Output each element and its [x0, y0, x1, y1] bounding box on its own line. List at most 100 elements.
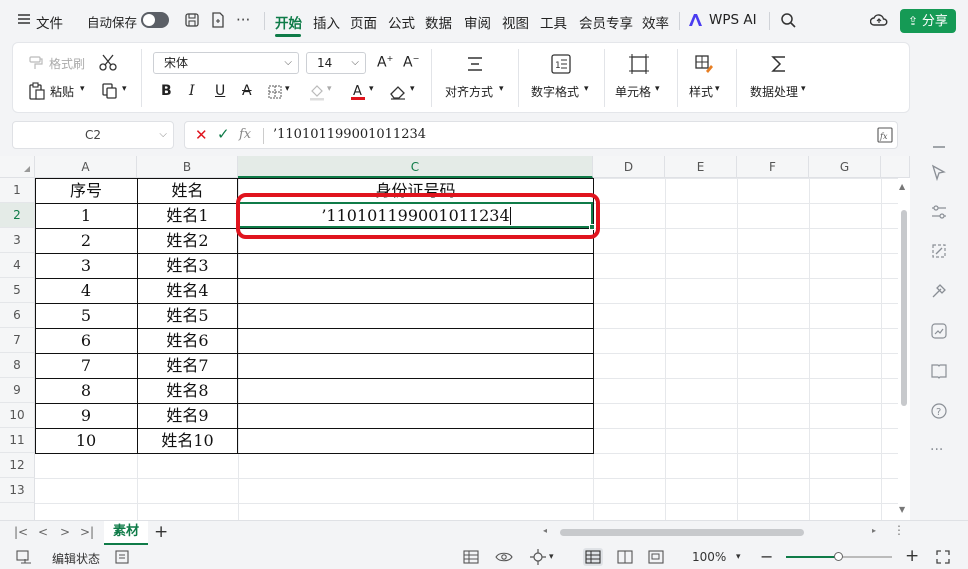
eraser-icon[interactable] — [389, 84, 407, 100]
tab-options-icon[interactable]: ⋮ — [893, 523, 905, 537]
chevron-down-icon[interactable]: ▾ — [327, 84, 332, 94]
chevron-down-icon[interactable]: ▾ — [410, 84, 415, 94]
cell-a10[interactable]: 9 — [35, 403, 137, 428]
row-header[interactable]: 5 — [0, 278, 35, 303]
font-family-select[interactable]: 宋体 ⌵ — [153, 52, 299, 74]
help-icon[interactable]: ? — [930, 402, 948, 420]
cut-icon[interactable] — [99, 54, 117, 72]
cell-b4[interactable]: 姓名3 — [137, 253, 238, 278]
cell-a1[interactable]: 序号 — [35, 178, 137, 203]
tab-home[interactable]: 开始 — [275, 12, 302, 32]
tab-data[interactable]: 数据 — [425, 12, 452, 32]
column-header-c[interactable]: C — [238, 156, 593, 178]
table-view-icon[interactable] — [463, 550, 479, 564]
font-color-icon[interactable]: A — [350, 82, 366, 101]
cell-b3[interactable]: 姓名2 — [137, 228, 238, 253]
cell-a8[interactable]: 7 — [35, 353, 137, 378]
macro-icon[interactable] — [16, 550, 32, 564]
row-header[interactable]: 7 — [0, 328, 35, 353]
strikethrough-icon[interactable]: A — [242, 83, 252, 99]
fx-icon[interactable]: fx — [239, 127, 251, 142]
chart-analysis-icon[interactable] — [930, 322, 948, 340]
column-header-e[interactable]: E — [665, 156, 737, 178]
font-size-select[interactable]: 14 ⌵ — [306, 52, 366, 74]
scroll-left-icon[interactable]: ◂ — [543, 526, 547, 535]
column-header-a[interactable]: A — [35, 156, 137, 178]
align-button[interactable]: 对齐方式 — [445, 83, 493, 100]
decrease-font-icon[interactable]: A− — [403, 54, 419, 71]
tab-efficiency[interactable]: 效率 — [642, 12, 669, 32]
spreadsheet-grid[interactable]: A B C D E F G 1 2 3 4 5 6 7 8 9 10 11 12… — [0, 156, 910, 520]
select-all-corner[interactable] — [0, 156, 35, 178]
document-icon[interactable] — [210, 12, 226, 28]
underline-icon[interactable]: U — [215, 83, 225, 99]
cell-a3[interactable]: 2 — [35, 228, 137, 253]
tab-insert[interactable]: 插入 — [313, 12, 340, 32]
row-header[interactable]: 3 — [0, 228, 35, 253]
cell-b5[interactable]: 姓名4 — [137, 278, 238, 303]
italic-icon[interactable]: I — [189, 83, 195, 99]
cell-a11[interactable]: 10 — [35, 428, 137, 453]
cell-b7[interactable]: 姓名6 — [137, 328, 238, 353]
normal-view-icon[interactable] — [583, 548, 603, 566]
number-format-button[interactable]: 数字格式 — [531, 83, 579, 100]
data-processing-button[interactable]: 数据处理 — [750, 83, 798, 100]
cell-a4[interactable]: 3 — [35, 253, 137, 278]
cell-b1[interactable]: 姓名 — [137, 178, 238, 203]
chevron-down-icon[interactable]: ▾ — [122, 84, 127, 94]
chevron-down-icon[interactable]: ▾ — [549, 552, 554, 562]
row-header[interactable]: 2 — [0, 203, 35, 228]
chevron-down-icon[interactable]: ▾ — [369, 84, 374, 94]
vertical-scroll-thumb[interactable] — [901, 210, 907, 406]
row-header[interactable]: 1 — [0, 178, 35, 203]
cell-b8[interactable]: 姓名7 — [137, 353, 238, 378]
cell-a5[interactable]: 4 — [35, 278, 137, 303]
add-sheet-icon[interactable]: + — [154, 522, 168, 542]
tab-review[interactable]: 审阅 — [464, 12, 491, 32]
previous-sheet-icon[interactable]: < — [38, 525, 48, 539]
chevron-down-icon[interactable]: ▾ — [80, 84, 85, 94]
eye-icon[interactable] — [495, 550, 513, 564]
horizontal-scroll-thumb[interactable] — [560, 529, 804, 536]
formula-input-box[interactable]: ✕ ✓ fx ’110101199001011234 fx — [184, 121, 898, 149]
last-sheet-icon[interactable]: >| — [80, 525, 94, 539]
cell-b2[interactable]: 姓名1 — [137, 203, 238, 228]
chevron-down-icon[interactable]: ▾ — [285, 84, 290, 94]
row-header[interactable]: 11 — [0, 428, 35, 453]
name-box[interactable]: C2 ⌵ — [12, 121, 174, 149]
paste-icon[interactable] — [29, 82, 45, 100]
tab-tools[interactable]: 工具 — [540, 12, 567, 32]
column-header-f[interactable]: F — [737, 156, 809, 178]
paste-button[interactable]: 粘贴 — [50, 83, 74, 100]
select-cursor-icon[interactable] — [930, 164, 948, 182]
cell-b9[interactable]: 姓名8 — [137, 378, 238, 403]
cell-a9[interactable]: 8 — [35, 378, 137, 403]
scroll-up-icon[interactable]: ▲ — [899, 182, 905, 191]
tab-member[interactable]: 会员专享 — [579, 12, 633, 32]
cell-button[interactable]: 单元格 — [615, 83, 651, 100]
zoom-in-icon[interactable]: + — [905, 546, 919, 566]
share-button[interactable]: ⇪ 分享 — [900, 9, 956, 33]
save-icon[interactable] — [184, 12, 200, 28]
cell-b10[interactable]: 姓名9 — [137, 403, 238, 428]
page-break-icon[interactable] — [648, 550, 664, 564]
autosave-toggle[interactable] — [141, 12, 169, 28]
more-icon[interactable]: ··· — [236, 11, 250, 29]
sliders-icon[interactable] — [930, 203, 948, 221]
cell-a7[interactable]: 6 — [35, 328, 137, 353]
hamburger-icon[interactable] — [18, 13, 30, 25]
zoom-out-icon[interactable]: − — [760, 547, 773, 566]
vertical-scrollbar[interactable] — [898, 196, 910, 496]
zoom-slider-handle[interactable] — [834, 552, 843, 561]
row-header[interactable]: 8 — [0, 353, 35, 378]
cell-b11[interactable]: 姓名10 — [137, 428, 238, 453]
cloud-sync-icon[interactable] — [870, 12, 888, 28]
more-icon[interactable]: ··· — [930, 442, 948, 460]
collapse-icon[interactable] — [930, 138, 948, 156]
cell-b6[interactable]: 姓名5 — [137, 303, 238, 328]
fullscreen-icon[interactable] — [936, 550, 950, 564]
cell-a2[interactable]: 1 — [35, 203, 137, 228]
cell-a6[interactable]: 5 — [35, 303, 137, 328]
sheet-tab-active[interactable]: 素材 — [104, 521, 148, 545]
row-header[interactable]: 4 — [0, 253, 35, 278]
